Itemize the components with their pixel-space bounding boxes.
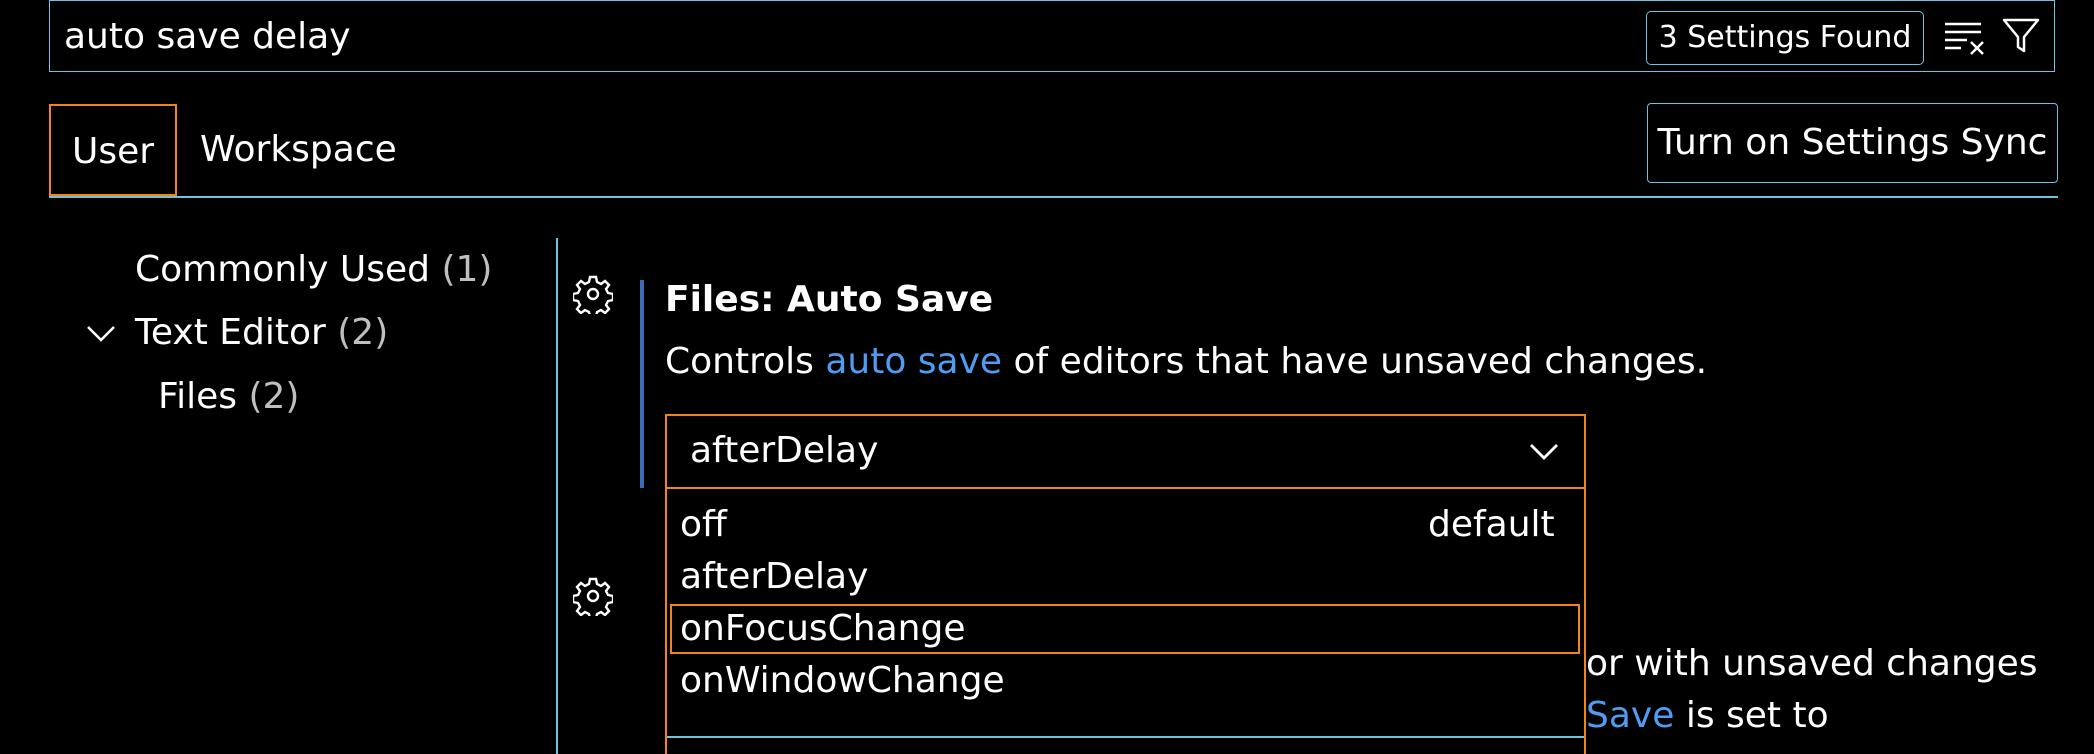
description-text: Controls [665, 341, 826, 382]
toc-item-label: Text Editor [135, 312, 326, 353]
option-default-note: default [1428, 504, 1555, 545]
search-input-value[interactable]: auto save delay [64, 15, 351, 59]
toc-divider [556, 238, 558, 754]
results-count-badge: 3 Settings Found [1646, 11, 1924, 65]
gear-icon[interactable] [573, 274, 613, 314]
tab-workspace[interactable]: Workspace [200, 104, 397, 196]
chevron-down-icon[interactable] [1528, 440, 1560, 462]
toc-item-label: Commonly Used [135, 249, 430, 290]
filter-icon[interactable] [2001, 16, 2041, 56]
clear-filter-icon[interactable] [1943, 18, 1987, 58]
toc-item-commonly-used[interactable]: Commonly Used (1) [135, 246, 492, 294]
toc-item-text-editor[interactable]: Text Editor (2) [135, 309, 388, 357]
description-text: of editors that have unsaved changes. [1002, 341, 1708, 382]
tab-user[interactable]: User [49, 104, 177, 196]
dropdown-option-onwindowchange[interactable]: onWindowChange [680, 657, 1005, 705]
auto-save-link[interactable]: auto save [825, 341, 1002, 382]
setting2-description-line1: or with unsaved changes [1586, 643, 2038, 684]
auto-save-setting-link[interactable]: Save [1586, 695, 1674, 736]
toc-item-count: (2) [248, 376, 300, 417]
dropdown-option-off[interactable]: off [680, 501, 727, 549]
toc-item-files[interactable]: Files (2) [158, 373, 299, 421]
gear-icon[interactable] [573, 576, 613, 616]
setting-title: Files: Auto Save [665, 279, 994, 320]
toc-item-count: (2) [337, 312, 389, 353]
setting2-description-line2: Save is set to [1586, 692, 1829, 740]
dropdown-option-onfocuschange[interactable]: onFocusChange [680, 605, 966, 653]
description-text: is set to [1674, 695, 1829, 736]
dropdown-separator [667, 736, 1584, 738]
select-current-value: afterDelay [690, 430, 879, 471]
setting-description: Controls auto save of editors that have … [665, 338, 1707, 386]
modified-indicator-bar [640, 280, 644, 488]
dropdown-option-afterdelay[interactable]: afterDelay [680, 553, 868, 601]
toc-item-label: Files [158, 376, 237, 417]
chevron-down-icon[interactable] [86, 322, 116, 344]
turn-on-settings-sync-button[interactable]: Turn on Settings Sync [1647, 103, 2058, 183]
toc-item-count: (1) [441, 249, 493, 290]
tabs-divider [49, 196, 2058, 198]
